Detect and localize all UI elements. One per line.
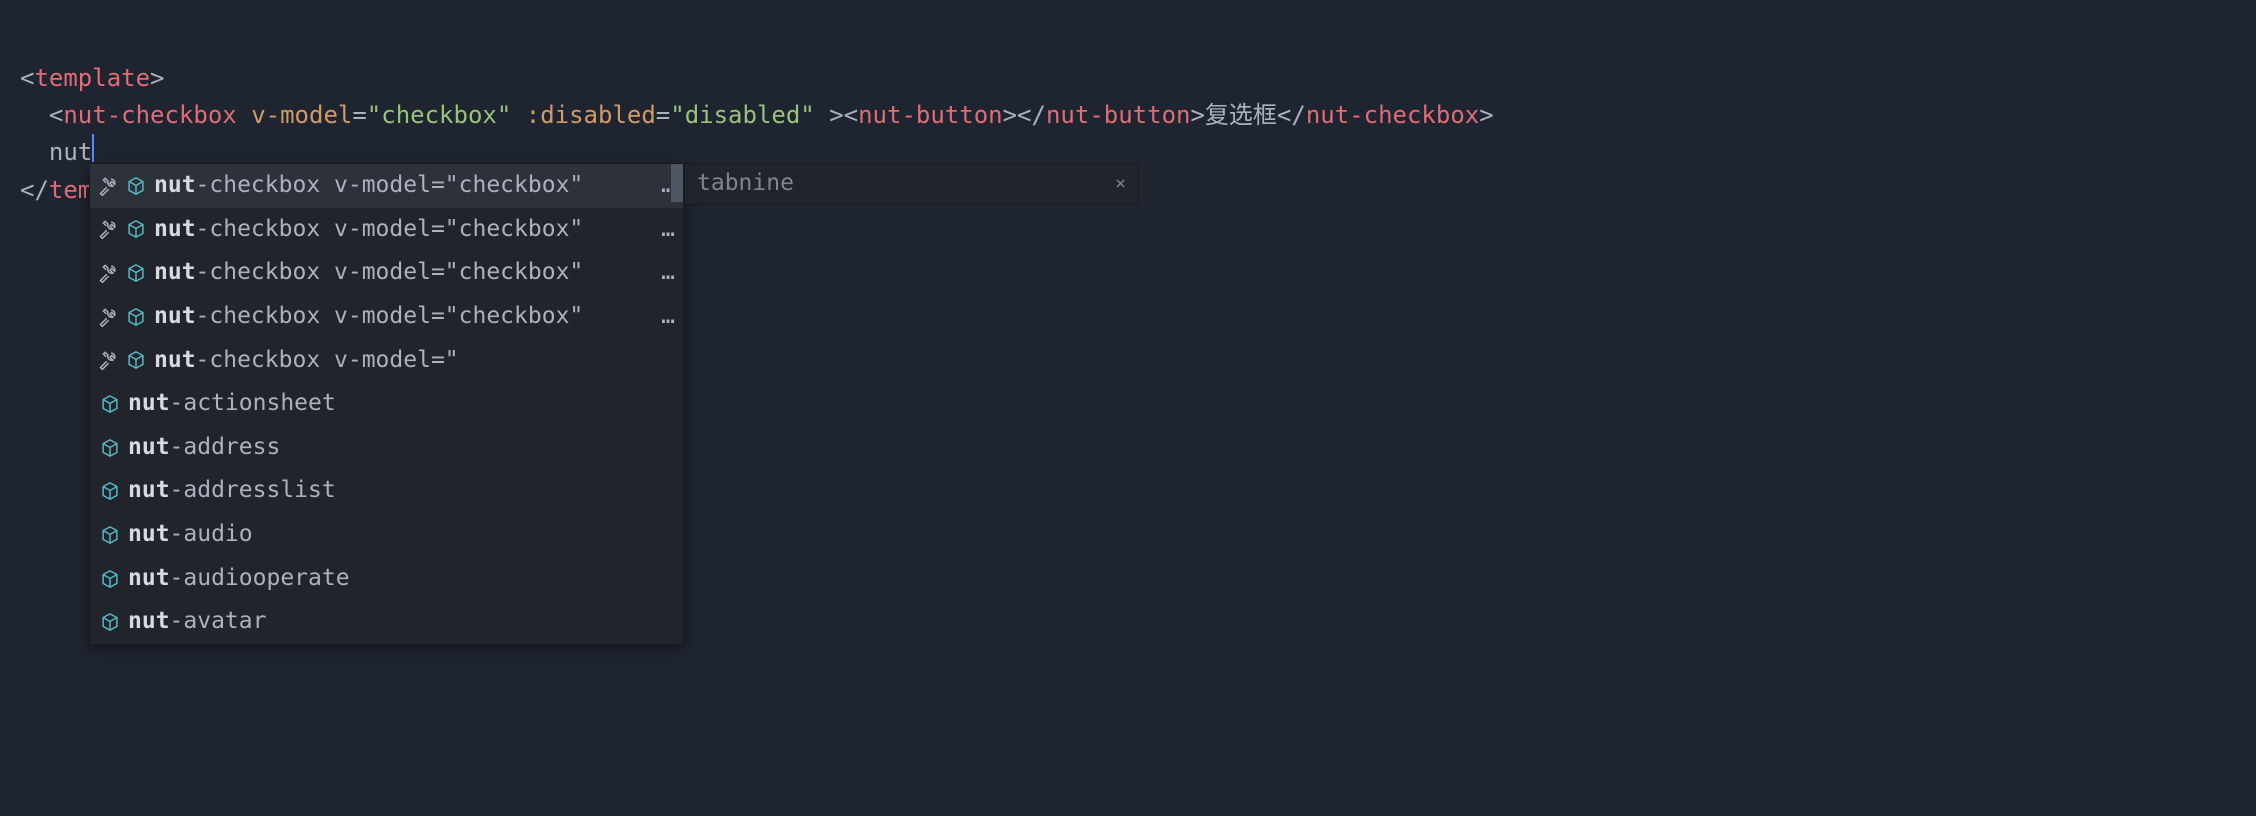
cube-icon [126,219,146,239]
cube-icon [100,569,120,589]
cube-icon [126,176,146,196]
cube-icon [100,394,120,414]
autocomplete-item[interactable]: nut-audiooperate [90,557,683,601]
bracket: > [1190,97,1204,134]
bracket: ></ [1003,97,1046,134]
equals: = [352,97,366,134]
autocomplete-item[interactable]: nut-checkbox v-model=" [90,339,683,383]
tag-nut-checkbox-close: nut-checkbox [1306,97,1479,134]
autocomplete-popup[interactable]: nut-checkbox v-model="checkbox" … nut-ch… [89,163,684,645]
bracket: > [1479,97,1493,134]
wrench-icon [98,350,118,370]
tag-nut-button-close: nut-button [1046,97,1191,134]
typed-text: nut [49,134,92,171]
text-cursor [92,134,94,162]
text-content: 复选框 [1205,97,1277,134]
suggestion-text: nut-audiooperate [128,561,675,597]
indent [20,134,49,171]
tag-template-close: tem [49,172,92,209]
autocomplete-item[interactable]: nut-addresslist [90,469,683,513]
attr-v-model: v-model [237,97,353,134]
bracket: </ [1277,97,1306,134]
suggestion-text: nut-avatar [128,604,675,640]
tag-template: template [34,60,150,97]
autocomplete-item[interactable]: nut-address [90,426,683,470]
bracket: < [20,60,34,97]
tag-nut-checkbox: nut-checkbox [63,97,236,134]
suggestion-text: nut-audio [128,517,675,553]
cube-icon [100,612,120,632]
detail-provider-label: tabnine [697,166,794,202]
bracket: < [49,97,63,134]
close-icon[interactable]: × [1115,170,1126,198]
indent [20,97,49,134]
wrench-icon [98,176,118,196]
suggestion-text: nut-checkbox v-model="checkbox" [154,299,643,335]
code-line-1[interactable]: <template> [20,60,2236,97]
suggestion-text: nut-checkbox v-model="checkbox" [154,168,643,204]
cube-icon [100,525,120,545]
scrollbar-track[interactable] [671,164,683,644]
autocomplete-item[interactable]: nut-actionsheet [90,382,683,426]
cube-icon [100,438,120,458]
suggestion-text: nut-checkbox v-model="checkbox" [154,255,643,291]
wrench-icon [98,307,118,327]
code-line-2[interactable]: <nut-checkbox v-model="checkbox" :disabl… [20,97,2236,134]
suggestion-text: nut-addresslist [128,473,675,509]
suggestion-text: nut-actionsheet [128,386,675,422]
cube-icon [100,481,120,501]
code-editor[interactable]: <template> <nut-checkbox v-model="checkb… [0,0,2256,229]
cube-icon [126,350,146,370]
attr-disabled: :disabled [511,97,656,134]
autocomplete-item[interactable]: nut-audio [90,513,683,557]
autocomplete-item[interactable]: nut-checkbox v-model="checkbox" … [90,208,683,252]
equals: = [656,97,670,134]
autocomplete-item[interactable]: nut-checkbox v-model="checkbox" … [90,295,683,339]
bracket: > [150,60,164,97]
suggestion-text: nut-checkbox v-model=" [154,343,675,379]
autocomplete-detail-panel: tabnine × [684,163,1139,205]
wrench-icon [98,263,118,283]
scrollbar-thumb[interactable] [671,164,683,202]
autocomplete-item[interactable]: nut-avatar [90,600,683,644]
bracket: </ [20,172,49,209]
wrench-icon [98,219,118,239]
tag-nut-button: nut-button [858,97,1003,134]
attr-value: "disabled" [670,97,815,134]
bracket: >< [815,97,858,134]
suggestion-text: nut-checkbox v-model="checkbox" [154,212,643,248]
suggestion-text: nut-address [128,430,675,466]
autocomplete-item[interactable]: nut-checkbox v-model="checkbox" … [90,164,683,208]
cube-icon [126,307,146,327]
attr-value: "checkbox" [367,97,512,134]
cube-icon [126,263,146,283]
autocomplete-item[interactable]: nut-checkbox v-model="checkbox" … [90,251,683,295]
